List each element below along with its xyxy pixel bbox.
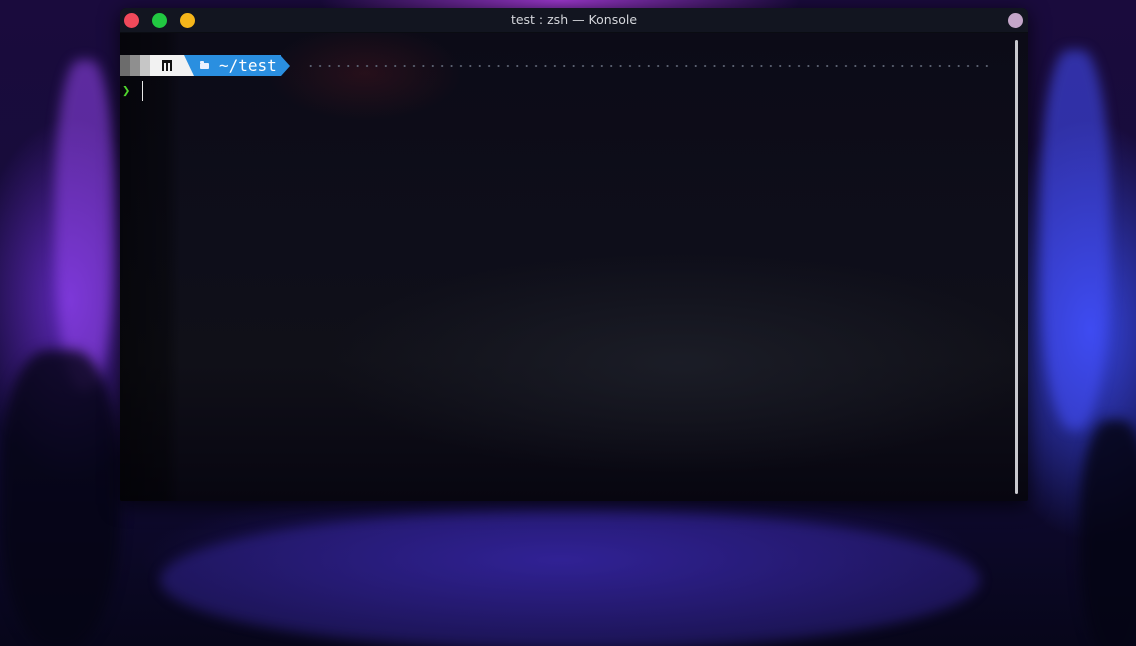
prompt-gradient-segment	[120, 55, 150, 76]
wallpaper-shadow-left	[0, 350, 120, 646]
window-title: test : zsh — Konsole	[510, 12, 638, 27]
wallpaper-ground-glow	[160, 510, 980, 646]
title-bar[interactable]: test : zsh — Konsole	[120, 8, 1028, 33]
wallpaper-shadow-right	[1080, 420, 1136, 646]
os-segment	[150, 55, 184, 76]
segment-arrow	[280, 55, 290, 76]
keep-above-button[interactable]	[1008, 13, 1023, 28]
prompt-char: ❯	[122, 83, 131, 99]
wallpaper-tree-left	[55, 60, 115, 390]
directory-segment: ~/test	[194, 55, 281, 76]
terminal-area[interactable]: ~/test ❯	[120, 33, 1028, 501]
current-directory: ~/test	[219, 56, 277, 75]
prompt-filler-dots	[306, 65, 990, 67]
konsole-window: test : zsh — Konsole ~/test ❯	[120, 8, 1028, 501]
segment-separator	[184, 55, 194, 76]
prompt-segments: ~/test	[120, 55, 290, 76]
command-line[interactable]: ❯	[122, 81, 144, 101]
manjaro-logo-icon	[162, 60, 172, 71]
wallpaper-tree-right	[1040, 50, 1110, 430]
scrollbar[interactable]	[1015, 40, 1018, 494]
text-cursor	[142, 81, 144, 101]
folder-open-icon	[200, 60, 209, 69]
